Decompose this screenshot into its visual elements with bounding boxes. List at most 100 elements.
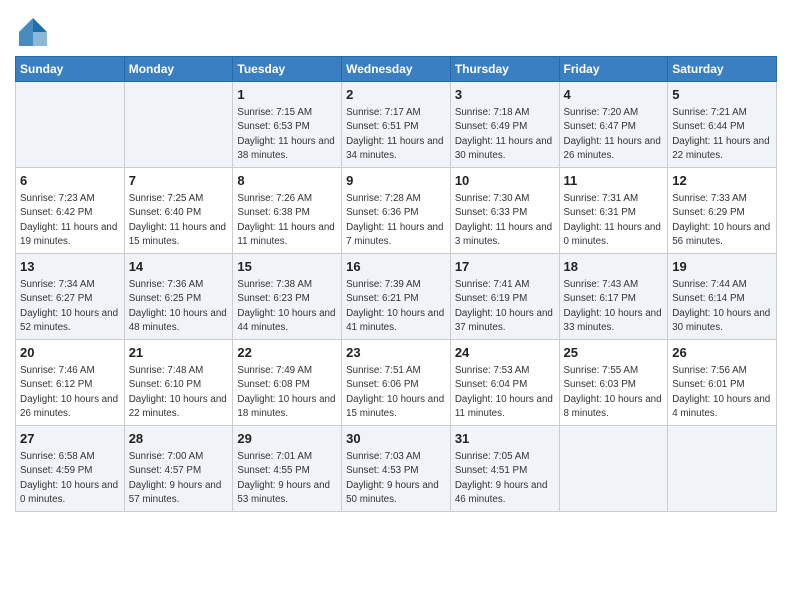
calendar-day: 22Sunrise: 7:49 AM Sunset: 6:08 PM Dayli… bbox=[233, 340, 342, 426]
day-number: 31 bbox=[455, 430, 555, 448]
day-number: 19 bbox=[672, 258, 772, 276]
weekday-header: Saturday bbox=[668, 57, 777, 82]
weekday-header: Monday bbox=[124, 57, 233, 82]
calendar-day: 3 Sunrise: 7:18 AM Sunset: 6:49 PM Daylig… bbox=[450, 82, 559, 168]
day-number: 2 bbox=[346, 86, 446, 104]
calendar-body: 1 Sunrise: 7:15 AM Sunset: 6:53 PM Daylig… bbox=[16, 82, 777, 512]
day-info: Sunrise: 7:43 AM Sunset: 6:17 PM Dayligh… bbox=[564, 278, 664, 335]
calendar-day: 15 Sunrise: 7:38 AM Sunset: 6:23 PM Dayli… bbox=[233, 254, 342, 340]
calendar-day: 2 Sunrise: 7:17 AM Sunset: 6:51 PM Daylig… bbox=[342, 82, 451, 168]
day-info: Sunrise: 7:01 AM Sunset: 4:55 PM Dayligh… bbox=[237, 450, 337, 507]
calendar-week: 1 Sunrise: 7:15 AM Sunset: 6:53 PM Daylig… bbox=[16, 82, 777, 168]
day-info: Sunrise: 7:33 AM Sunset: 6:29 PM Dayligh… bbox=[672, 192, 772, 249]
day-number: 20 bbox=[20, 344, 120, 362]
day-info: Sunrise: 7:25 AM Sunset: 6:40 PM Dayligh… bbox=[129, 192, 229, 249]
calendar-table: SundayMondayTuesdayWednesdayThursdayFrid… bbox=[15, 56, 777, 512]
calendar-week: 27 Sunrise: 6:58 AM Sunset: 4:59 PM Dayli… bbox=[16, 426, 777, 512]
calendar-day: 16 Sunrise: 7:39 AM Sunset: 6:21 PM Dayli… bbox=[342, 254, 451, 340]
calendar-day: 27 Sunrise: 6:58 AM Sunset: 4:59 PM Dayli… bbox=[16, 426, 125, 512]
day-info: Sunrise: 7:46 AM Sunset: 6:12 PM Dayligh… bbox=[20, 364, 120, 421]
day-info: Sunrise: 7:15 AM Sunset: 6:53 PM Dayligh… bbox=[237, 106, 337, 163]
logo bbox=[15, 14, 55, 50]
day-number: 9 bbox=[346, 172, 446, 190]
logo-icon bbox=[15, 14, 51, 50]
calendar-day: 7 Sunrise: 7:25 AM Sunset: 6:40 PM Daylig… bbox=[124, 168, 233, 254]
day-number: 16 bbox=[346, 258, 446, 276]
calendar-day: 10 Sunrise: 7:30 AM Sunset: 6:33 PM Dayli… bbox=[450, 168, 559, 254]
calendar-day: 11 Sunrise: 7:31 AM Sunset: 6:31 PM Dayli… bbox=[559, 168, 668, 254]
weekday-header: Wednesday bbox=[342, 57, 451, 82]
day-number: 7 bbox=[129, 172, 229, 190]
calendar-day: 18 Sunrise: 7:43 AM Sunset: 6:17 PM Dayli… bbox=[559, 254, 668, 340]
day-number: 4 bbox=[564, 86, 664, 104]
calendar-day: 14Sunrise: 7:36 AM Sunset: 6:25 PM Dayli… bbox=[124, 254, 233, 340]
calendar-day bbox=[559, 426, 668, 512]
day-info: Sunrise: 7:41 AM Sunset: 6:19 PM Dayligh… bbox=[455, 278, 555, 335]
calendar-day: 29 Sunrise: 7:01 AM Sunset: 4:55 PM Dayli… bbox=[233, 426, 342, 512]
day-number: 15 bbox=[237, 258, 337, 276]
calendar-week: 20 Sunrise: 7:46 AM Sunset: 6:12 PM Dayli… bbox=[16, 340, 777, 426]
day-info: Sunrise: 7:28 AM Sunset: 6:36 PM Dayligh… bbox=[346, 192, 446, 249]
day-info: Sunrise: 7:03 AM Sunset: 4:53 PM Dayligh… bbox=[346, 450, 446, 507]
day-info: Sunrise: 7:51 AM Sunset: 6:06 PM Dayligh… bbox=[346, 364, 446, 421]
day-number: 8 bbox=[237, 172, 337, 190]
day-info: Sunrise: 7:48 AM Sunset: 6:10 PM Dayligh… bbox=[129, 364, 229, 421]
day-number: 18 bbox=[564, 258, 664, 276]
day-info: Sunrise: 7:30 AM Sunset: 6:33 PM Dayligh… bbox=[455, 192, 555, 249]
day-number: 13 bbox=[20, 258, 120, 276]
day-number: 29 bbox=[237, 430, 337, 448]
calendar-day: 24 Sunrise: 7:53 AM Sunset: 6:04 PM Dayli… bbox=[450, 340, 559, 426]
calendar-day: 19 Sunrise: 7:44 AM Sunset: 6:14 PM Dayli… bbox=[668, 254, 777, 340]
calendar-day: 13 Sunrise: 7:34 AM Sunset: 6:27 PM Dayli… bbox=[16, 254, 125, 340]
day-number: 11 bbox=[564, 172, 664, 190]
calendar-day: 6Sunrise: 7:23 AM Sunset: 6:42 PM Daylig… bbox=[16, 168, 125, 254]
calendar-week: 13 Sunrise: 7:34 AM Sunset: 6:27 PM Dayli… bbox=[16, 254, 777, 340]
calendar-day: 21 Sunrise: 7:48 AM Sunset: 6:10 PM Dayli… bbox=[124, 340, 233, 426]
calendar-day bbox=[124, 82, 233, 168]
weekday-header: Tuesday bbox=[233, 57, 342, 82]
day-info: Sunrise: 7:36 AM Sunset: 6:25 PM Dayligh… bbox=[129, 278, 229, 335]
weekday-header: Sunday bbox=[16, 57, 125, 82]
day-number: 25 bbox=[564, 344, 664, 362]
day-info: Sunrise: 6:58 AM Sunset: 4:59 PM Dayligh… bbox=[20, 450, 120, 507]
day-number: 1 bbox=[237, 86, 337, 104]
day-info: Sunrise: 7:34 AM Sunset: 6:27 PM Dayligh… bbox=[20, 278, 120, 335]
day-number: 26 bbox=[672, 344, 772, 362]
day-info: Sunrise: 7:44 AM Sunset: 6:14 PM Dayligh… bbox=[672, 278, 772, 335]
day-number: 22 bbox=[237, 344, 337, 362]
day-info: Sunrise: 7:39 AM Sunset: 6:21 PM Dayligh… bbox=[346, 278, 446, 335]
calendar-day: 17 Sunrise: 7:41 AM Sunset: 6:19 PM Dayli… bbox=[450, 254, 559, 340]
day-info: Sunrise: 7:18 AM Sunset: 6:49 PM Dayligh… bbox=[455, 106, 555, 163]
weekday-header: Friday bbox=[559, 57, 668, 82]
day-info: Sunrise: 7:20 AM Sunset: 6:47 PM Dayligh… bbox=[564, 106, 664, 163]
day-number: 3 bbox=[455, 86, 555, 104]
calendar-day bbox=[16, 82, 125, 168]
calendar-day bbox=[668, 426, 777, 512]
calendar-day: 1 Sunrise: 7:15 AM Sunset: 6:53 PM Daylig… bbox=[233, 82, 342, 168]
day-info: Sunrise: 7:38 AM Sunset: 6:23 PM Dayligh… bbox=[237, 278, 337, 335]
calendar-day: 26 Sunrise: 7:56 AM Sunset: 6:01 PM Dayli… bbox=[668, 340, 777, 426]
day-info: Sunrise: 7:56 AM Sunset: 6:01 PM Dayligh… bbox=[672, 364, 772, 421]
calendar-day: 4 Sunrise: 7:20 AM Sunset: 6:47 PM Daylig… bbox=[559, 82, 668, 168]
day-info: Sunrise: 7:05 AM Sunset: 4:51 PM Dayligh… bbox=[455, 450, 555, 507]
day-number: 21 bbox=[129, 344, 229, 362]
calendar-week: 6Sunrise: 7:23 AM Sunset: 6:42 PM Daylig… bbox=[16, 168, 777, 254]
day-number: 17 bbox=[455, 258, 555, 276]
weekday-header: Thursday bbox=[450, 57, 559, 82]
day-number: 12 bbox=[672, 172, 772, 190]
calendar-day: 9 Sunrise: 7:28 AM Sunset: 6:36 PM Daylig… bbox=[342, 168, 451, 254]
day-info: Sunrise: 7:53 AM Sunset: 6:04 PM Dayligh… bbox=[455, 364, 555, 421]
calendar-day: 28Sunrise: 7:00 AM Sunset: 4:57 PM Dayli… bbox=[124, 426, 233, 512]
day-number: 24 bbox=[455, 344, 555, 362]
day-info: Sunrise: 7:00 AM Sunset: 4:57 PM Dayligh… bbox=[129, 450, 229, 507]
calendar-day: 25 Sunrise: 7:55 AM Sunset: 6:03 PM Dayli… bbox=[559, 340, 668, 426]
day-number: 10 bbox=[455, 172, 555, 190]
day-info: Sunrise: 7:31 AM Sunset: 6:31 PM Dayligh… bbox=[564, 192, 664, 249]
day-number: 27 bbox=[20, 430, 120, 448]
day-info: Sunrise: 7:55 AM Sunset: 6:03 PM Dayligh… bbox=[564, 364, 664, 421]
day-number: 6 bbox=[20, 172, 120, 190]
calendar-day: 5Sunrise: 7:21 AM Sunset: 6:44 PM Daylig… bbox=[668, 82, 777, 168]
calendar-header: SundayMondayTuesdayWednesdayThursdayFrid… bbox=[16, 57, 777, 82]
day-info: Sunrise: 7:17 AM Sunset: 6:51 PM Dayligh… bbox=[346, 106, 446, 163]
day-number: 30 bbox=[346, 430, 446, 448]
